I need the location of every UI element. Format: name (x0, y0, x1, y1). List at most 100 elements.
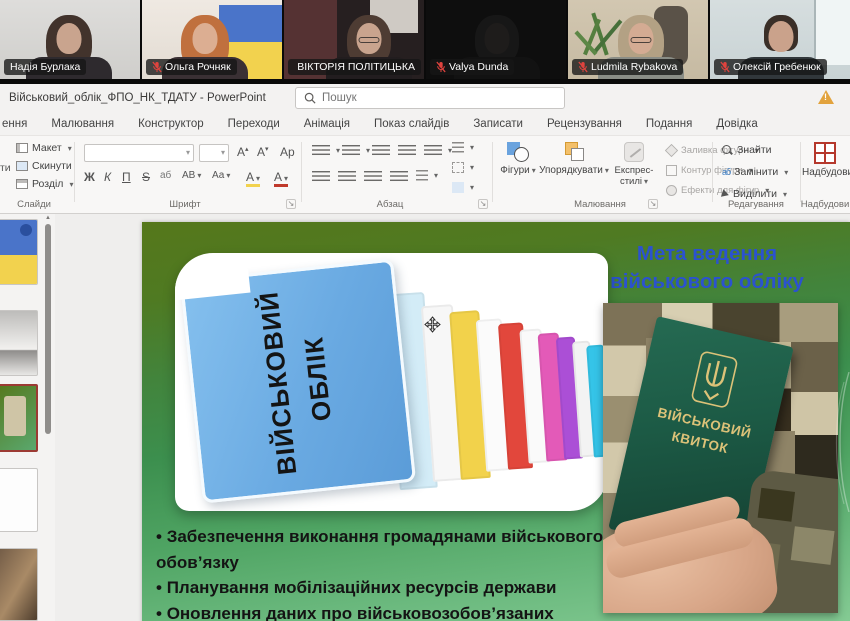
justify-icon (390, 170, 408, 183)
tab-view[interactable]: Подання (634, 115, 704, 133)
tab-clipped[interactable]: ення (0, 115, 39, 133)
grow-font-button[interactable]: А▴ (237, 145, 249, 159)
align-text-button[interactable] (452, 162, 474, 173)
replace-button[interactable]: Замінити (722, 166, 788, 178)
tab-animations[interactable]: Анімація (292, 115, 362, 133)
italic-button[interactable]: К (104, 170, 111, 184)
participant-video-1[interactable]: Надія Бурлака (0, 0, 140, 79)
scroll-up-arrow[interactable]: ▲ (44, 215, 52, 221)
search-box[interactable] (295, 87, 565, 109)
slide-thumbnail-5[interactable] (0, 548, 38, 621)
strikethrough-button[interactable]: S (142, 170, 150, 184)
participant-video-2[interactable]: Ольга Рочняк (142, 0, 282, 79)
smartart-button[interactable] (452, 182, 474, 193)
participant-nametag: Олексій Гребенюк (714, 59, 827, 75)
align-right-button[interactable] (364, 170, 382, 183)
addins-button[interactable]: Надбудови (802, 142, 848, 178)
replace-icon (722, 166, 730, 178)
participant-name: Valya Dunda (449, 61, 508, 73)
slide-thumbnail-3[interactable] (0, 384, 38, 452)
search-input[interactable] (322, 92, 556, 104)
shapes-button[interactable]: Фігури (494, 142, 542, 176)
justify-button[interactable] (390, 170, 408, 183)
align-center-button[interactable] (338, 170, 356, 183)
line-spacing-button[interactable] (424, 144, 452, 157)
slide-thumbnail-4[interactable] (0, 468, 38, 532)
clear-format-button[interactable]: Ар (280, 145, 295, 159)
tab-slideshow[interactable]: Показ слайдів (362, 115, 461, 133)
drawing-dialog-launcher[interactable] (648, 199, 658, 209)
bullets-button[interactable] (312, 144, 340, 157)
find-button[interactable]: Знайти (722, 144, 772, 156)
find-icon (722, 145, 733, 156)
screen: Надія Бурлака Ольга Рочняк (0, 0, 850, 621)
shape-effects-icon (666, 185, 677, 196)
participant-video-4[interactable]: Valya Dunda (426, 0, 566, 79)
bold-button[interactable]: Ж (84, 170, 95, 184)
font-name-combo[interactable] (84, 144, 194, 162)
slide-bullets[interactable]: Забезпечення виконання громадянами війсь… (156, 524, 608, 621)
font-dialog-launcher[interactable] (286, 199, 296, 209)
reset-button[interactable]: Скинути (16, 160, 72, 172)
slide-canvas[interactable]: Мета ведення військового обліку ВІЙСЬ (142, 222, 850, 621)
participant-video-3[interactable]: ВІКТОРІЯ ПОЛІТИЦЬКА (284, 0, 424, 79)
mic-muted-icon (436, 61, 446, 73)
participant-nametag: Ludmila Rybakova (572, 59, 683, 75)
numbering-button[interactable] (342, 144, 370, 157)
font-size-combo[interactable] (199, 144, 229, 162)
font-color-button[interactable]: А (274, 170, 288, 187)
military-id-image[interactable]: ВІЙСЬКОВИЙ КВИТОК (603, 303, 838, 613)
participant-nametag: Valya Dunda (430, 59, 514, 75)
slide-title[interactable]: Мета ведення військового обліку (580, 240, 834, 295)
text-direction-icon (452, 142, 464, 153)
quick-styles-button[interactable]: Експрес- стилі (608, 142, 660, 187)
layout-button[interactable]: Макет (16, 142, 72, 154)
align-left-button[interactable] (312, 170, 330, 183)
slide-thumbnail-2[interactable] (0, 310, 38, 376)
slides-group-label: Слайди (2, 199, 66, 210)
document-title: Військовий_облік_ФПО_НК_ТДАТУ - PowerPoi… (9, 92, 266, 104)
menu-bar: ення Малювання Конструктор Переходи Анім… (0, 112, 850, 135)
drawing-group-label: Малювання (560, 199, 640, 210)
section-icon (16, 179, 28, 189)
text-shadow-button[interactable]: аб (160, 170, 171, 181)
arrange-icon (563, 142, 585, 162)
tab-design[interactable]: Конструктор (126, 115, 216, 133)
ribbon: ти Макет Скинути Розділ Слайди А▴ А▾ Ар … (0, 135, 850, 214)
bullet-item: Забезпечення виконання громадянами війсь… (156, 524, 608, 575)
editing-group-label: Редагування (716, 199, 796, 210)
tab-record[interactable]: Записати (461, 115, 535, 133)
participant-video-5[interactable]: Ludmila Rybakova (568, 0, 708, 79)
increase-indent-button[interactable] (398, 144, 416, 157)
folders-image[interactable]: ВІЙСЬКОВИЙ ОБЛІК (175, 253, 608, 511)
tab-draw[interactable]: Малювання (39, 115, 126, 133)
columns-button[interactable] (416, 170, 438, 181)
tab-help[interactable]: Довідка (704, 115, 769, 133)
participant-name: Ольга Рочняк (165, 61, 231, 73)
participant-video-6[interactable]: Олексій Гребенюк (710, 0, 850, 79)
text-direction-button[interactable] (452, 142, 474, 153)
align-center-icon (338, 170, 356, 183)
slide-thumbnail-1[interactable] (0, 219, 38, 285)
char-spacing-button[interactable]: АВ (182, 170, 201, 181)
warning-icon[interactable] (818, 90, 834, 104)
shrink-font-button[interactable]: А▾ (257, 145, 269, 159)
thumbnails-scrollbar[interactable]: ▲ (44, 214, 52, 621)
shape-fill-icon (665, 144, 678, 157)
arrange-button[interactable]: Упорядкувати (538, 142, 610, 176)
addins-icon (814, 142, 836, 164)
addins-group-label: Надбудови (800, 199, 850, 210)
tab-review[interactable]: Рецензування (535, 115, 634, 133)
highlight-color-button[interactable]: А (246, 170, 260, 187)
underline-button[interactable]: П (122, 170, 131, 184)
tab-transitions[interactable]: Переходи (216, 115, 292, 133)
scrollbar-thumb[interactable] (45, 224, 51, 434)
quick-styles-icon (624, 142, 644, 162)
section-button[interactable]: Розділ (16, 178, 73, 190)
numbering-icon (342, 144, 360, 157)
trident-emblem-icon (688, 349, 742, 413)
mic-muted-icon (152, 61, 162, 73)
decrease-indent-button[interactable] (372, 144, 390, 157)
change-case-button[interactable]: Аа (212, 170, 230, 181)
paragraph-dialog-launcher[interactable] (478, 199, 488, 209)
